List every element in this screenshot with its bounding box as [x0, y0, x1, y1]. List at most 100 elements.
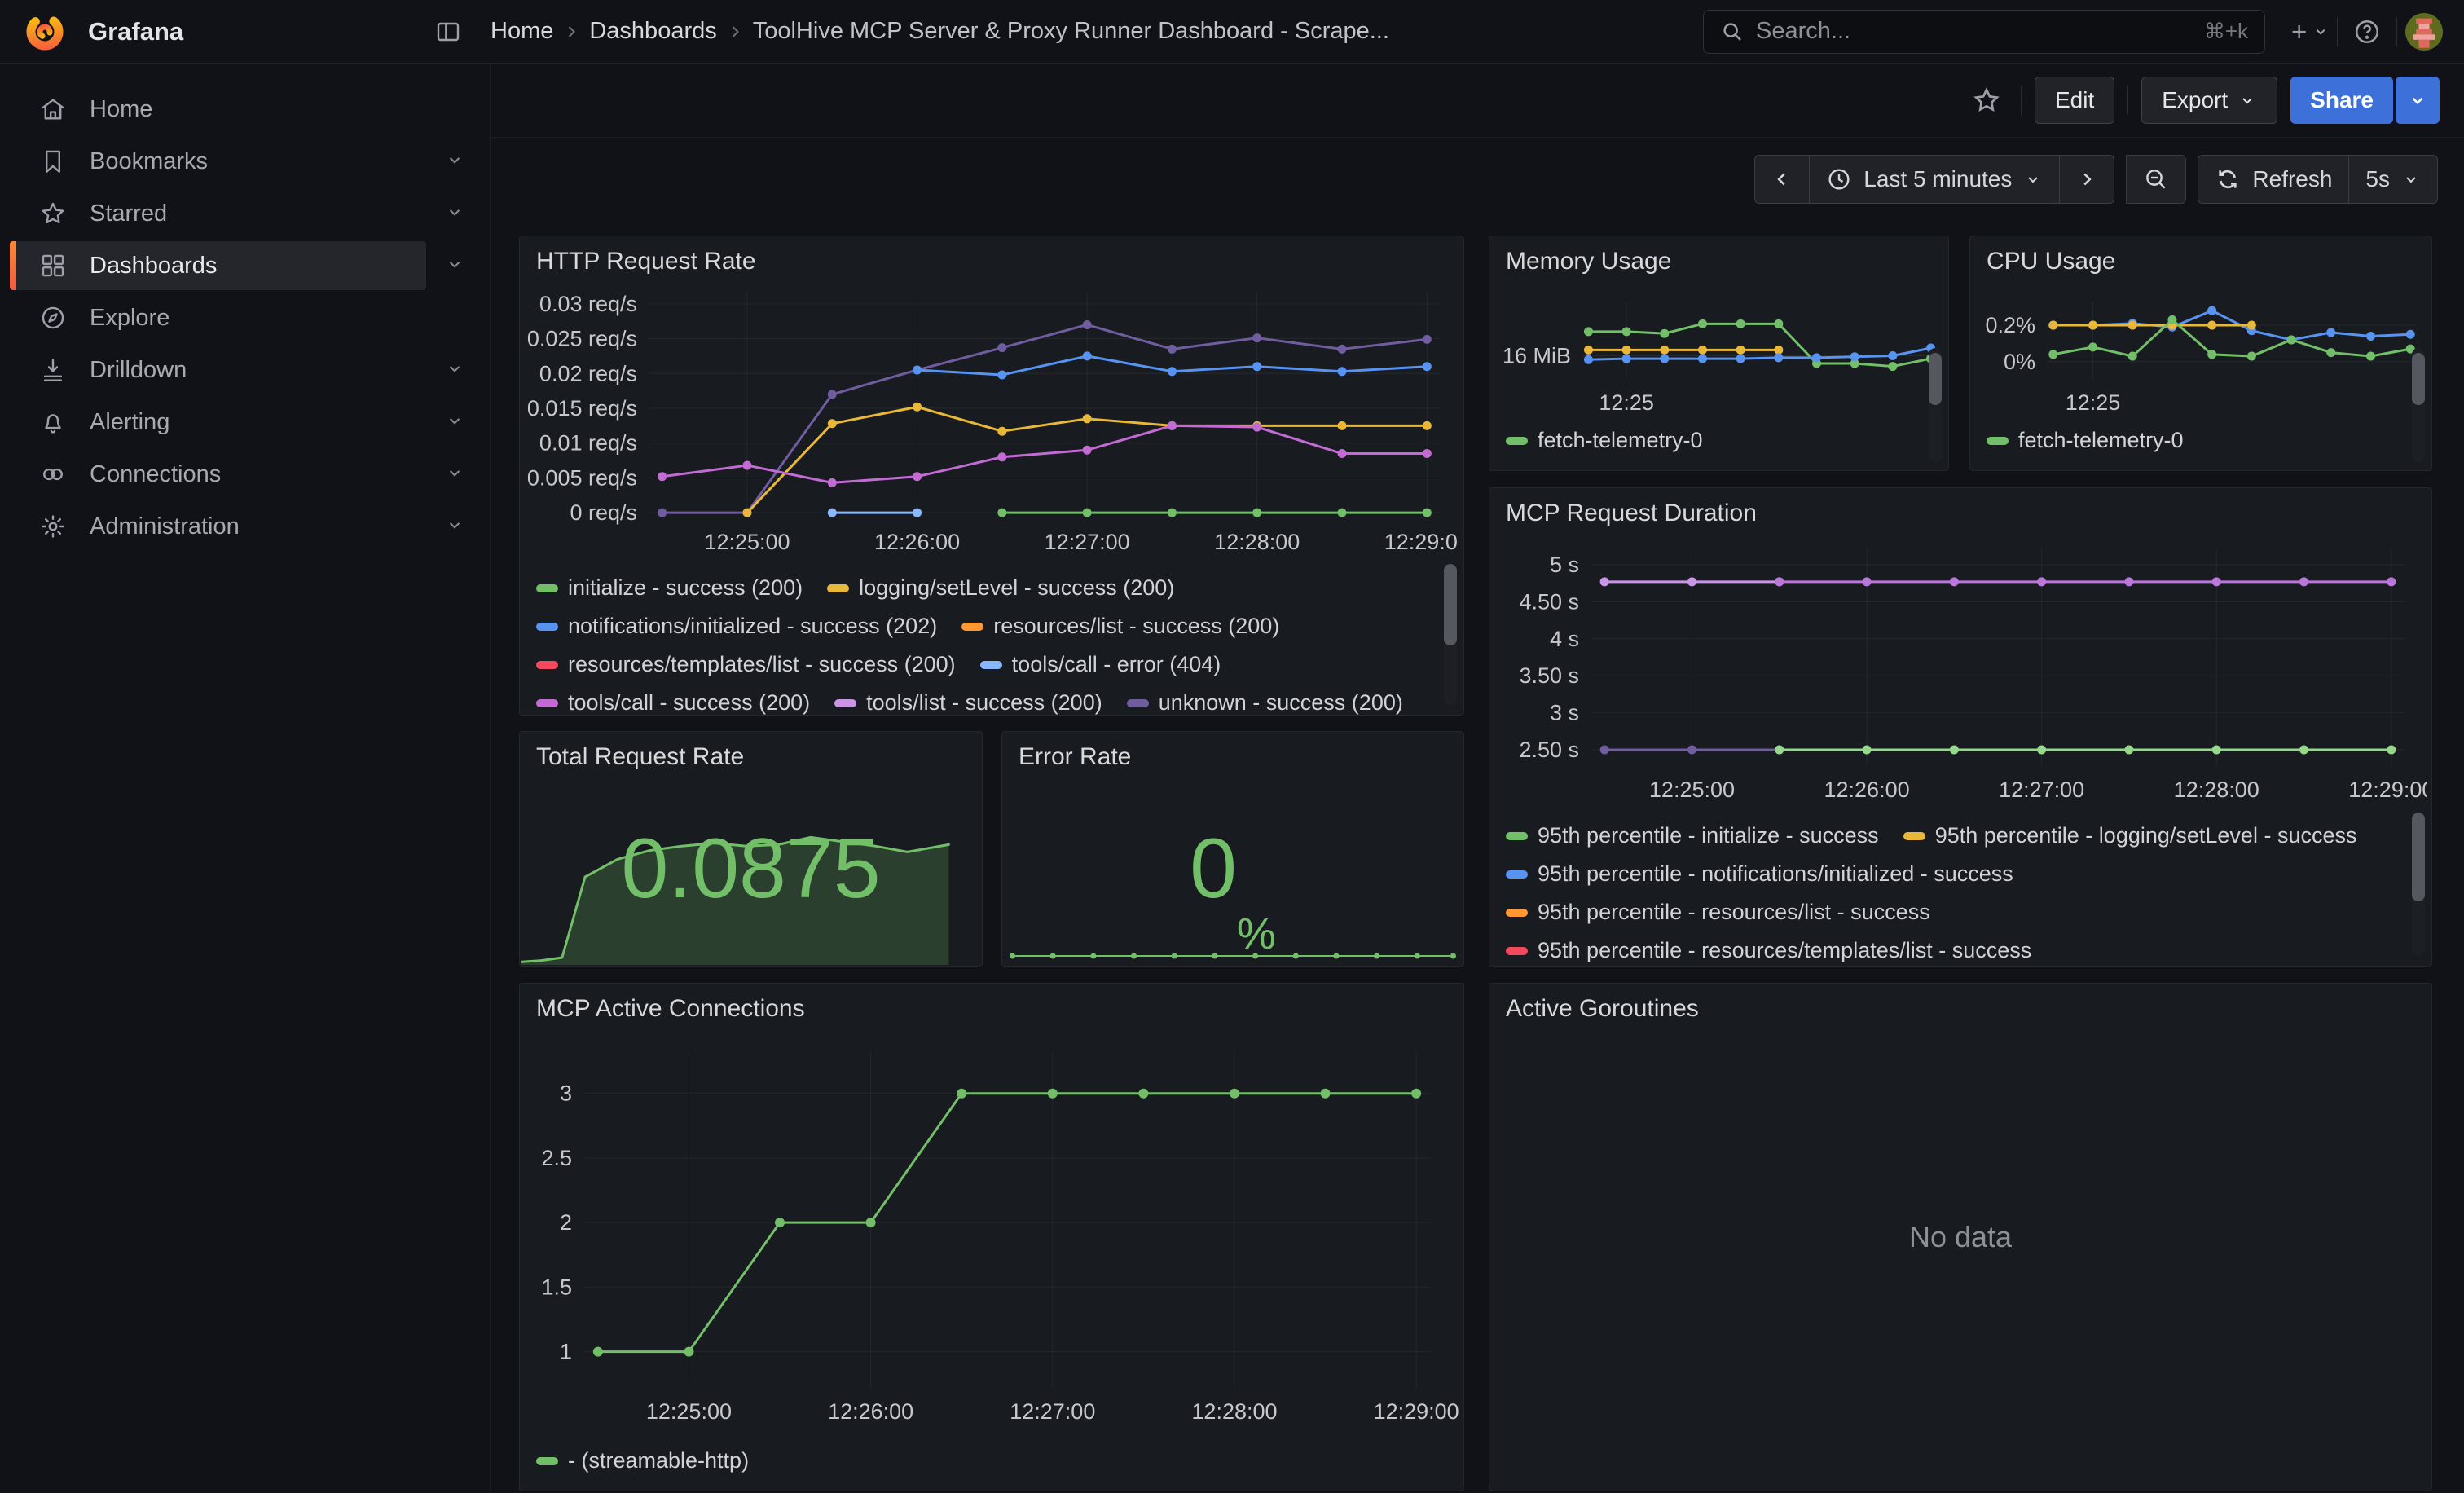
- legend-item[interactable]: tools/list - success (200): [834, 684, 1102, 715]
- sidebar-item-starred[interactable]: Starred: [0, 187, 490, 240]
- memory-legend: fetch-telemetry-0: [1489, 418, 1948, 470]
- mcp-active-connections-chart[interactable]: 12:25:0012:26:0012:27:0012:28:0012:29:00…: [525, 1028, 1459, 1438]
- legend-item[interactable]: 95th percentile - initialize - success: [1506, 817, 1879, 855]
- panel-title[interactable]: MCP Request Duration: [1489, 488, 2431, 532]
- connections-legend: - (streamable-http): [520, 1438, 1463, 1491]
- divider: [2396, 17, 2397, 46]
- help-icon[interactable]: [2346, 11, 2388, 53]
- http-request-rate-chart[interactable]: 12:25:0012:26:0012:27:0012:28:0012:29:00…: [525, 280, 1459, 566]
- sidebar-item-connections[interactable]: Connections: [0, 448, 490, 500]
- chevron-down-icon[interactable]: [444, 253, 465, 279]
- svg-text:3: 3: [560, 1081, 572, 1106]
- legend-scrollbar[interactable]: [1444, 564, 1457, 705]
- legend-item[interactable]: resources/templates/list - success (200): [536, 645, 956, 684]
- panel-title[interactable]: HTTP Request Rate: [520, 236, 1463, 280]
- svg-text:2.5: 2.5: [541, 1146, 572, 1170]
- time-range-picker[interactable]: Last 5 minutes: [1810, 155, 2060, 204]
- sidebar-item-home[interactable]: Home: [0, 83, 490, 135]
- zoom-out-button[interactable]: [2126, 155, 2186, 204]
- breadcrumb-home[interactable]: Home: [491, 18, 553, 45]
- clock-icon: [1826, 166, 1852, 192]
- panel-title[interactable]: MCP Active Connections: [520, 984, 1463, 1028]
- add-button[interactable]: [2286, 11, 2329, 53]
- svg-text:2.50 s: 2.50 s: [1519, 738, 1579, 762]
- legend-item[interactable]: initialize - success (200): [536, 569, 803, 607]
- edit-button[interactable]: Edit: [2035, 77, 2114, 124]
- legend-item[interactable]: 95th percentile - resources/list - succe…: [1506, 893, 1930, 931]
- legend-item[interactable]: - (streamable-http): [536, 1442, 749, 1480]
- export-label: Export: [2162, 87, 2228, 113]
- refresh-icon: [2215, 166, 2241, 192]
- sidebar-item-administration[interactable]: Administration: [0, 500, 490, 553]
- sidebar-item-label: Drilldown: [90, 357, 187, 384]
- breadcrumb-dashboards[interactable]: Dashboards: [589, 18, 716, 45]
- time-back-button[interactable]: [1754, 155, 1810, 204]
- home-icon: [39, 95, 67, 123]
- chevron-down-icon[interactable]: [444, 358, 465, 383]
- svg-text:0.025 req/s: 0.025 req/s: [527, 327, 637, 351]
- grafana-logo-icon[interactable]: [23, 10, 67, 54]
- legend-item[interactable]: logging/setLevel - success (200): [827, 569, 1174, 607]
- panel-title[interactable]: Error Rate: [1002, 732, 1463, 776]
- time-forward-button[interactable]: [2060, 155, 2114, 204]
- legend-scrollbar[interactable]: [2412, 348, 2425, 462]
- sidebar-toggle-icon[interactable]: [427, 11, 469, 53]
- legend-item[interactable]: fetch-telemetry-0: [1506, 421, 1703, 460]
- export-button[interactable]: Export: [2141, 77, 2277, 124]
- legend-item[interactable]: 95th percentile - logging/setLevel - suc…: [1903, 817, 2357, 855]
- search-shortcut: ⌘+k: [2204, 19, 2248, 44]
- legend-item[interactable]: 95th percentile - resources/templates/li…: [1506, 931, 2031, 966]
- bookmark-icon: [39, 148, 67, 175]
- panel-title[interactable]: CPU Usage: [1970, 236, 2431, 280]
- refresh-interval-picker[interactable]: 5s: [2349, 155, 2438, 204]
- legend-item[interactable]: notifications/initialized - success (202…: [536, 607, 937, 645]
- scrollbar-thumb[interactable]: [2412, 353, 2425, 405]
- legend-color-chip: [1506, 832, 1528, 840]
- refresh-button[interactable]: Refresh: [2198, 155, 2349, 204]
- legend-label: tools/list - success (200): [866, 690, 1102, 715]
- legend-item[interactable]: unknown - success (200): [1127, 684, 1403, 715]
- share-button[interactable]: Share: [2290, 77, 2393, 124]
- legend-item[interactable]: tools/call - error (404): [980, 645, 1221, 684]
- chevron-down-icon[interactable]: [444, 410, 465, 435]
- search-input[interactable]: Search... ⌘+k: [1703, 10, 2265, 54]
- cpu-usage-chart[interactable]: 12:250%0.2%: [1975, 280, 2427, 418]
- mcp-request-duration-chart[interactable]: 12:25:0012:26:0012:27:0012:28:0012:29:00…: [1494, 532, 2427, 813]
- user-avatar[interactable]: [2405, 13, 2443, 51]
- chevron-down-icon[interactable]: [444, 462, 465, 487]
- scrollbar-thumb[interactable]: [1444, 564, 1457, 645]
- legend-color-chip: [1903, 832, 1925, 840]
- memory-usage-chart[interactable]: 12:2516 MiB: [1494, 280, 1943, 418]
- legend-color-chip: [536, 661, 558, 669]
- star-dashboard-button[interactable]: [1965, 79, 2008, 121]
- svg-text:12:28:00: 12:28:00: [2174, 777, 2259, 802]
- scrollbar-thumb[interactable]: [1929, 353, 1942, 405]
- legend-scrollbar[interactable]: [2412, 813, 2425, 956]
- svg-text:0 req/s: 0 req/s: [570, 500, 637, 525]
- legend-color-chip: [536, 1457, 558, 1465]
- breadcrumb-current[interactable]: ToolHive MCP Server & Proxy Runner Dashb…: [753, 18, 1389, 45]
- sidebar-item-bookmarks[interactable]: Bookmarks: [0, 135, 490, 187]
- panel-title[interactable]: Memory Usage: [1489, 236, 1948, 280]
- share-menu-button[interactable]: [2396, 77, 2440, 124]
- chevron-down-icon[interactable]: [444, 514, 465, 540]
- sidebar-item-alerting[interactable]: Alerting: [0, 396, 490, 448]
- legend-item[interactable]: tools/call - success (200): [536, 684, 810, 715]
- share-label: Share: [2310, 87, 2374, 113]
- chevron-down-icon[interactable]: [444, 201, 465, 227]
- sidebar-item-label: Dashboards: [90, 253, 217, 280]
- top-actions: [2286, 11, 2464, 53]
- scrollbar-thumb[interactable]: [2412, 813, 2425, 901]
- legend-scrollbar[interactable]: [1929, 348, 1942, 462]
- legend-color-chip: [1987, 437, 2009, 445]
- sidebar-item-drilldown[interactable]: Drilldown: [0, 344, 490, 396]
- legend-item[interactable]: fetch-telemetry-0: [1987, 421, 2184, 460]
- sidebar-item-explore[interactable]: Explore: [0, 292, 490, 344]
- compass-icon: [39, 304, 67, 332]
- panel-title[interactable]: Total Request Rate: [520, 732, 982, 776]
- legend-item[interactable]: 95th percentile - notifications/initiali…: [1506, 855, 2013, 893]
- legend-item[interactable]: resources/list - success (200): [961, 607, 1279, 645]
- legend-color-chip: [827, 584, 849, 592]
- sidebar-item-dashboards[interactable]: Dashboards: [0, 240, 490, 292]
- chevron-down-icon[interactable]: [444, 149, 465, 174]
